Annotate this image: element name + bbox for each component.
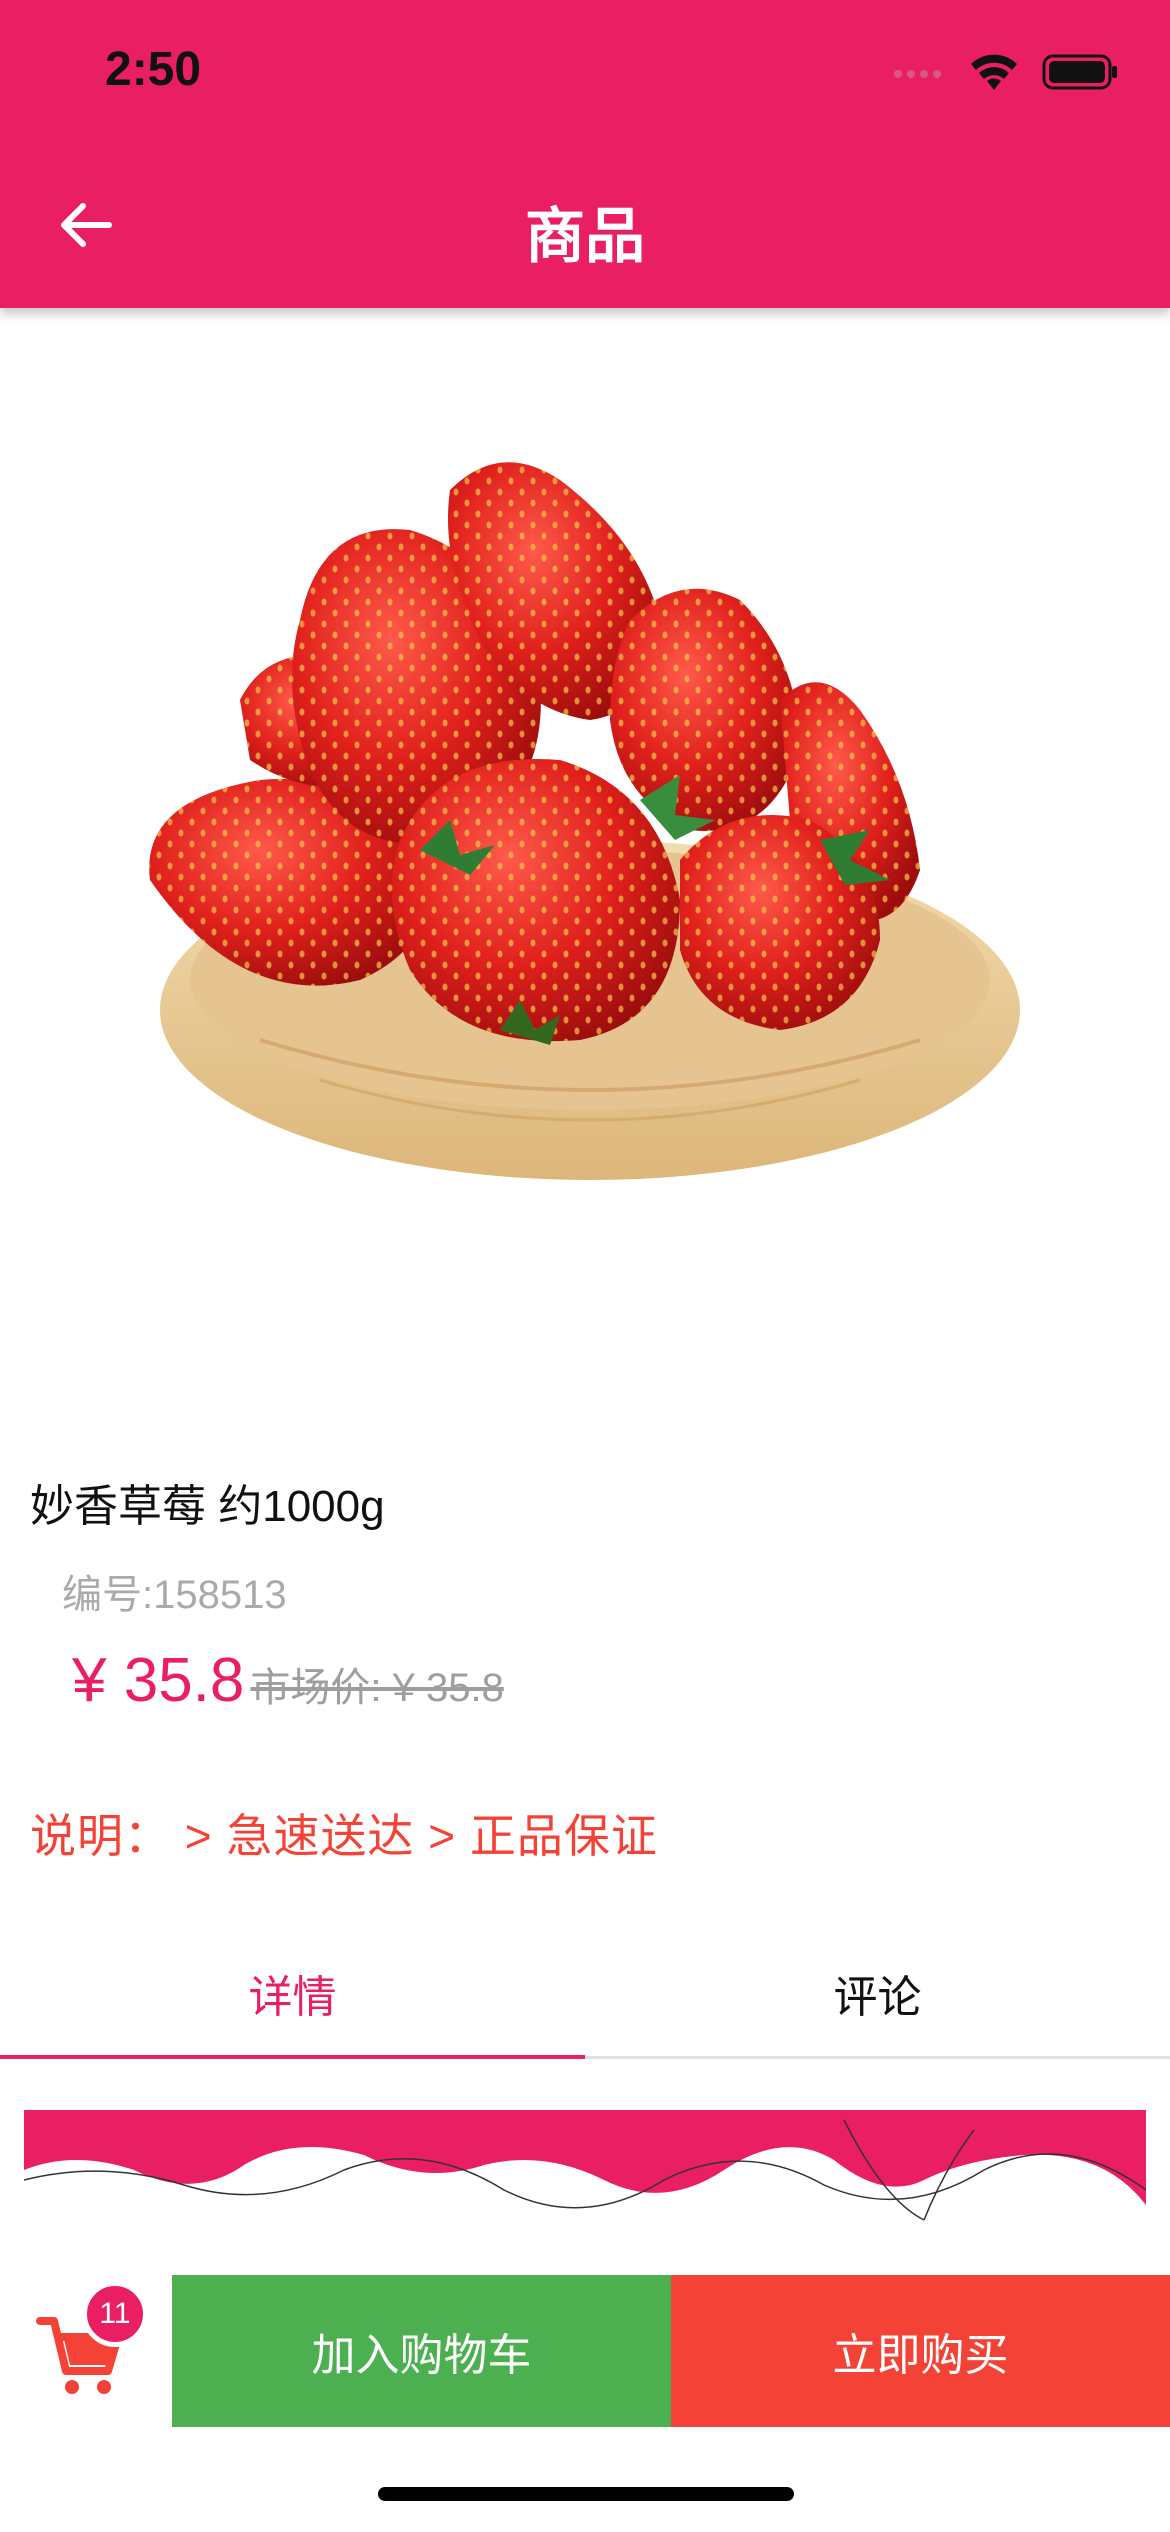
home-indicator[interactable] bbox=[378, 2487, 794, 2501]
cart-button[interactable]: 11 bbox=[0, 2275, 172, 2427]
price-row: ¥ 35.8 市场价: ¥ 35.8 bbox=[72, 1645, 504, 1716]
product-sku: 编号:158513 bbox=[62, 1573, 287, 1617]
tab-details[interactable]: 详情 bbox=[0, 1930, 585, 2059]
app-bar: 2:50 商品 bbox=[0, 0, 1170, 308]
wifi-icon bbox=[971, 54, 1017, 90]
add-to-cart-button[interactable]: 加入购物车 bbox=[172, 2275, 671, 2427]
cart-count-badge: 11 bbox=[82, 2281, 148, 2347]
market-price: 市场价: ¥ 35.8 bbox=[250, 1666, 504, 1710]
product-image bbox=[149, 462, 1020, 1180]
status-time: 2:50 bbox=[105, 43, 202, 96]
bottom-action-bar: 11 加入购物车 立即购买 bbox=[0, 2275, 1170, 2427]
product-price: ¥ 35.8 bbox=[72, 1646, 245, 1715]
tab-reviews[interactable]: 评论 bbox=[585, 1930, 1170, 2056]
cellular-signal-icon bbox=[894, 70, 941, 78]
detail-tabs: 详情 评论 bbox=[0, 1930, 1170, 2059]
status-icons bbox=[892, 52, 1118, 92]
page-title: 商品 bbox=[525, 203, 645, 270]
product-description: 说明： > 急速送达 > 正品保证 bbox=[30, 1810, 658, 1862]
detail-banner bbox=[24, 2110, 1146, 2221]
buy-now-button[interactable]: 立即购买 bbox=[671, 2275, 1170, 2427]
battery-icon bbox=[1042, 54, 1117, 90]
product-name: 妙香草莓 约1000g bbox=[30, 1482, 385, 1531]
